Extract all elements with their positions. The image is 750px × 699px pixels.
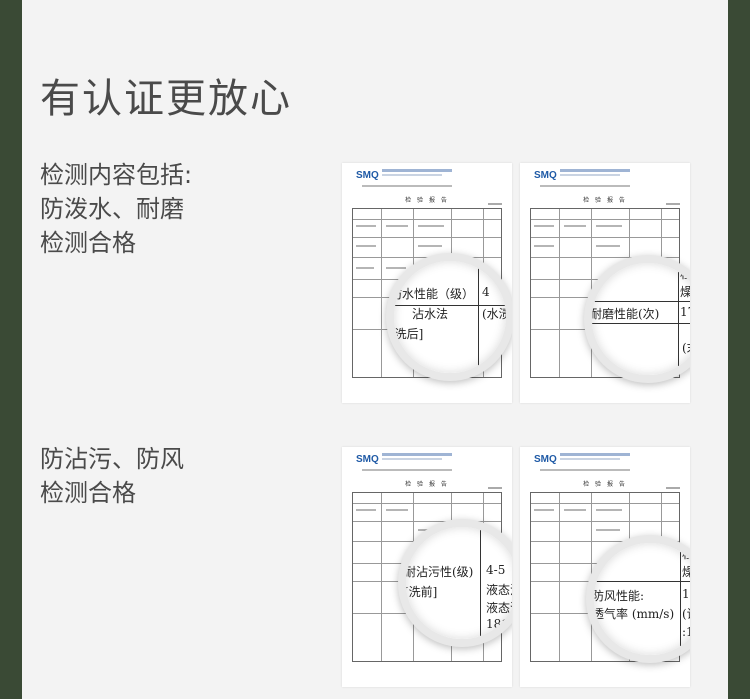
- content-panel: 有认证更放心 检测内容包括: 防泼水、耐磨 检测合格 防沾污、防风 检测合格 S…: [22, 0, 728, 699]
- report-title: 检 验 报 告: [583, 197, 627, 204]
- section1-line: 检测内容包括:: [40, 161, 193, 189]
- page-title: 有认证更放心: [40, 76, 292, 122]
- smq-logo: SMQ: [534, 454, 557, 465]
- report-title: 检 验 报 告: [583, 481, 627, 488]
- section1-description: 检测内容包括: 防泼水、耐磨 检测合格: [40, 158, 192, 260]
- report-title: 检 验 报 告: [405, 481, 449, 488]
- section1-line: 检测合格: [40, 229, 136, 257]
- smq-logo: SMQ: [356, 170, 379, 181]
- test-report-abrasion: SMQ 检 验 报 告 耐磨性能(次) 17000 程月 燥。 (末: [520, 163, 690, 403]
- test-report-waterproof: SMQ 检 验 报 告 防水性能（级） 沾水法 [洗后] 4 (水渍: [342, 163, 512, 403]
- smq-logo: SMQ: [356, 454, 379, 465]
- section1-line: 防泼水、耐磨: [40, 195, 184, 223]
- section2-line: 防沾污、防风: [40, 445, 184, 473]
- report-title: 检 验 报 告: [405, 197, 449, 204]
- section2-line: 检测合格: [40, 479, 136, 507]
- test-report-windproof: SMQ 检 验 报 告 防风性能: 透气率 (mm/s) 12.4 (试验 :1…: [520, 447, 690, 687]
- smq-logo: SMQ: [534, 170, 557, 181]
- test-report-stain: SMQ 检 验 报 告 耐沾污性(级) [洗前] 4-5 液态沾污 液态污物 1…: [342, 447, 512, 687]
- magnifier-lens: 防水性能（级） 沾水法 [洗后] 4 (水渍: [386, 253, 512, 381]
- section2-description: 防沾污、防风 检测合格: [40, 442, 184, 510]
